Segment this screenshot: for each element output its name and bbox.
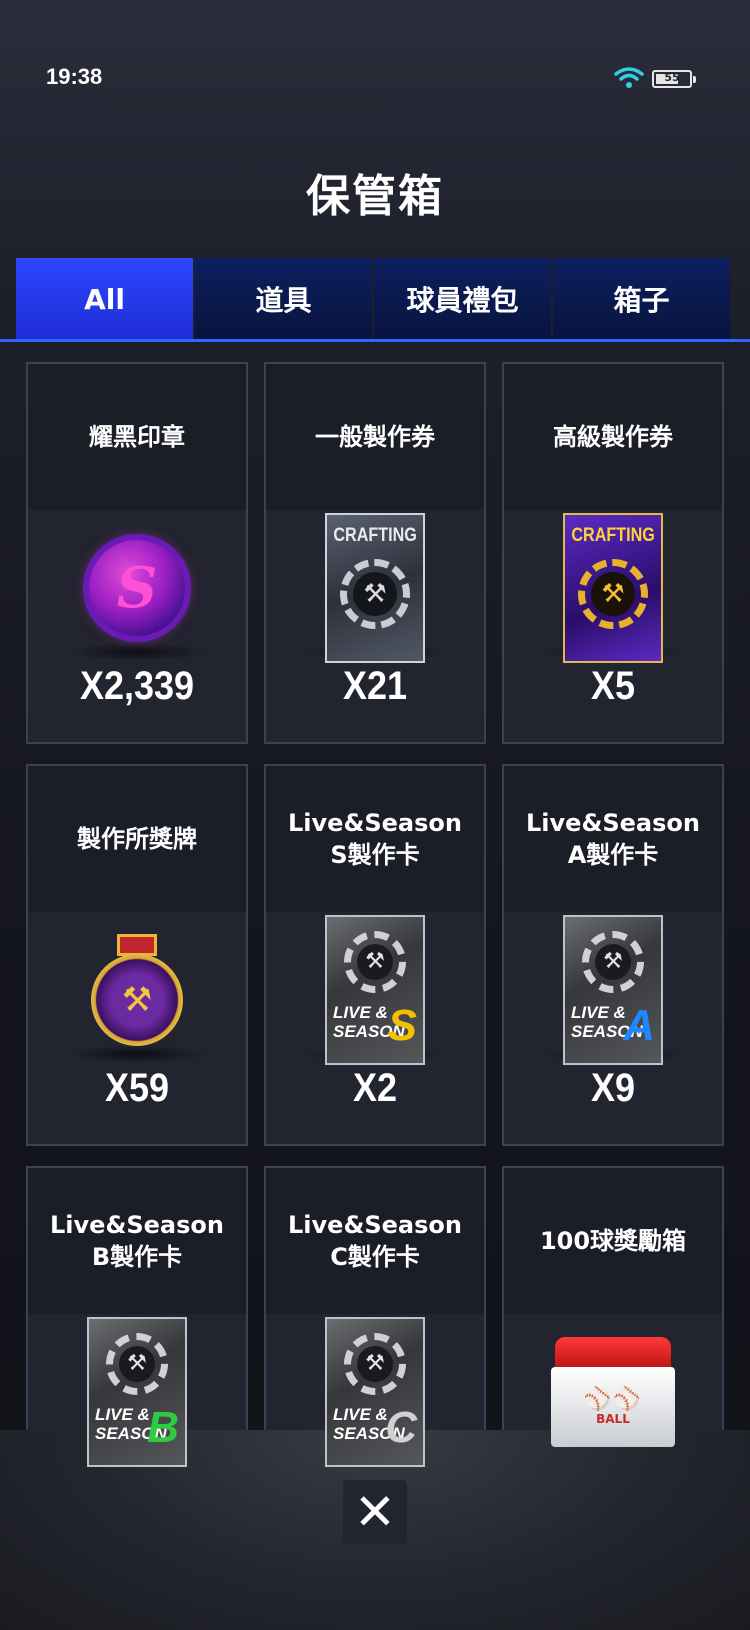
tab-items[interactable]: 道具 <box>195 258 372 340</box>
close-button[interactable]: ✕ <box>343 1480 407 1544</box>
item-card[interactable]: 一般製作券 CRAFTING ⚒ X21 <box>264 362 486 744</box>
chest-icon: ⚾⚾ BALL <box>551 1336 675 1447</box>
item-name: 100球獎勵箱 <box>539 1227 687 1255</box>
season-card-icon: ⚒ LIVE & SEASON B <box>87 1316 187 1467</box>
item-count: X2 <box>352 1066 398 1110</box>
season-card-icon: ⚒ LIVE & SEASON C <box>325 1316 425 1467</box>
season-grade: C <box>385 1402 417 1452</box>
item-card[interactable]: 製作所獎牌 ⚒ X59 <box>26 764 248 1146</box>
hammer-wrench-icon: ⚒ <box>353 571 397 616</box>
season-card-icon: ⚒ LIVE & SEASON S <box>325 914 425 1065</box>
hammer-wrench-icon: ⚒ <box>591 571 635 616</box>
baseball-icon: ⚾⚾ <box>583 1387 643 1412</box>
item-name: 耀黑印章 <box>89 423 185 451</box>
item-name: Live&Season A製作卡 <box>526 809 700 869</box>
season-grade: A <box>623 1000 655 1050</box>
season-card-icon: ⚒ LIVE & SEASON A <box>563 914 663 1065</box>
item-name: 製作所獎牌 <box>77 825 197 853</box>
seal-icon: S <box>89 539 185 636</box>
item-count: X5 <box>590 664 636 708</box>
battery-icon: 55 <box>652 70 696 88</box>
item-name: 高級製作券 <box>553 423 673 451</box>
item-count: X59 <box>104 1066 170 1110</box>
item-name: Live&Season C製作卡 <box>288 1211 462 1271</box>
season-grade: S <box>387 1000 417 1050</box>
item-name: Live&Season S製作卡 <box>288 809 462 869</box>
tab-bar: All 道具 球員禮包 箱子 <box>16 258 730 340</box>
tab-all[interactable]: All <box>16 258 193 340</box>
item-grid: 耀黑印章 S X2,339 一般製作券 CRAFTING ⚒ X21 高級製作券… <box>26 362 724 1548</box>
medal-icon: ⚒ <box>91 933 183 1046</box>
item-name: Live&Season B製作卡 <box>50 1211 224 1271</box>
item-card[interactable]: Live&Season S製作卡 ⚒ LIVE & SEASON S X2 <box>264 764 486 1146</box>
wifi-icon <box>614 67 644 88</box>
season-grade: B <box>147 1402 179 1452</box>
tab-underline <box>0 339 750 342</box>
crafting-ticket-icon: CRAFTING ⚒ <box>325 512 425 663</box>
item-name: 一般製作券 <box>315 423 435 451</box>
chest-label: BALL <box>596 1412 630 1426</box>
page-title: 保管箱 <box>306 171 444 222</box>
status-bar: 19:38 55 <box>0 0 750 150</box>
item-count: X2,339 <box>79 664 195 708</box>
item-count: X9 <box>590 1066 636 1110</box>
item-card[interactable]: 耀黑印章 S X2,339 <box>26 362 248 744</box>
tab-boxes[interactable]: 箱子 <box>553 258 730 340</box>
ticket-label: CRAFTING <box>333 524 417 546</box>
item-count: X21 <box>342 664 408 708</box>
battery-level: 55 <box>664 71 680 84</box>
item-card[interactable]: 高級製作券 CRAFTING ⚒ X5 <box>502 362 724 744</box>
premium-crafting-ticket-icon: CRAFTING ⚒ <box>563 512 663 663</box>
status-time: 19:38 <box>46 64 103 89</box>
item-card[interactable]: Live&Season A製作卡 ⚒ LIVE & SEASON A X9 <box>502 764 724 1146</box>
ticket-label: CRAFTING <box>571 524 655 546</box>
tab-player-packs[interactable]: 球員禮包 <box>374 258 551 340</box>
